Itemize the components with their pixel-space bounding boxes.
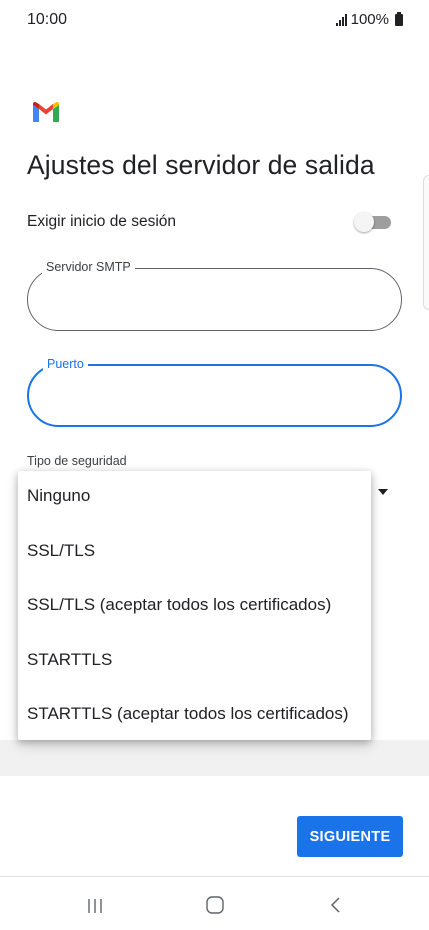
dropdown-arrow-icon[interactable]: [378, 489, 388, 495]
signal-icon: [335, 13, 347, 26]
require-signin-label: Exigir inicio de sesión: [27, 213, 177, 230]
gmail-logo-icon: [33, 102, 59, 122]
status-time: 10:00: [27, 11, 68, 28]
port-field[interactable]: Puerto: [27, 356, 402, 427]
page-title: Ajustes del servidor de salida: [27, 150, 375, 180]
menu-item-ssl-tls-accept-all[interactable]: SSL/TLS (aceptar todos los certificados): [27, 595, 331, 615]
screen: 10:00 100% Ajustes del servidor de salid…: [0, 0, 429, 930]
port-label: Puerto: [43, 356, 88, 372]
security-type-menu: Ninguno SSL/TLS SSL/TLS (aceptar todos l…: [18, 471, 371, 740]
status-indicators: 100%: [335, 11, 403, 28]
home-icon[interactable]: [205, 895, 225, 915]
smtp-server-label: Servidor SMTP: [42, 259, 135, 275]
port-input[interactable]: [49, 384, 383, 404]
scroll-indicator[interactable]: [423, 175, 429, 310]
recents-icon[interactable]: [85, 896, 105, 916]
toggle-thumb: [354, 212, 374, 232]
security-type-label: Tipo de seguridad: [27, 454, 127, 468]
back-icon[interactable]: [328, 895, 344, 915]
smtp-server-input[interactable]: [48, 287, 382, 307]
battery-percentage: 100%: [350, 11, 389, 28]
background-band: [0, 740, 429, 776]
require-signin-toggle[interactable]: [354, 212, 391, 232]
smtp-server-field[interactable]: Servidor SMTP: [27, 259, 402, 331]
menu-item-starttls[interactable]: STARTTLS: [27, 650, 112, 670]
next-button[interactable]: SIGUIENTE: [297, 816, 403, 857]
nav-divider: [0, 876, 429, 877]
menu-item-starttls-accept-all[interactable]: STARTTLS (aceptar todos los certificados…: [27, 704, 349, 724]
menu-item-ssl-tls[interactable]: SSL/TLS: [27, 541, 95, 561]
menu-item-ninguno[interactable]: Ninguno: [27, 486, 90, 506]
battery-icon: [395, 11, 403, 26]
status-bar: 10:00 100%: [0, 0, 429, 40]
